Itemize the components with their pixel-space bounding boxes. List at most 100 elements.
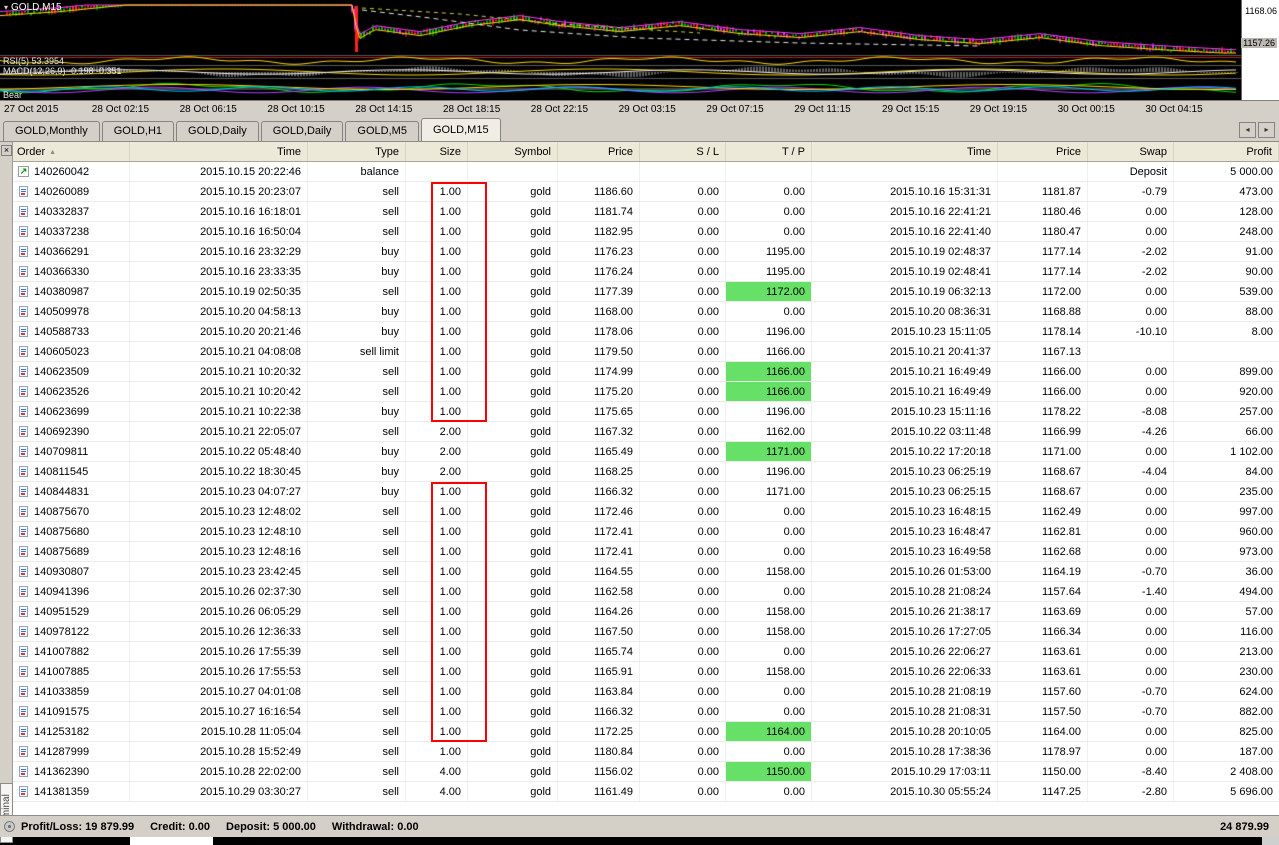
history-row[interactable]: 141381359 2015.10.29 03:30:27 sell 4.00 gold… <box>13 782 1279 802</box>
history-row[interactable]: 140366291 2015.10.16 23:32:29 buy 1.00 gold 1… <box>13 242 1279 262</box>
column-header-swap[interactable]: Swap <box>1088 142 1174 161</box>
history-row[interactable]: 141091575 2015.10.27 16:16:54 sell 1.00 gold… <box>13 702 1279 722</box>
cell-swap: 0.00 <box>1088 722 1174 741</box>
order-number: 140941396 <box>34 585 90 598</box>
history-row[interactable]: 140941396 2015.10.26 02:37:30 sell 1.00 gold… <box>13 582 1279 602</box>
history-row[interactable]: 141362390 2015.10.28 22:02:00 sell 4.00 gold… <box>13 762 1279 782</box>
column-header-symbol[interactable]: Symbol <box>468 142 558 161</box>
history-row[interactable]: 140623699 2015.10.21 10:22:38 buy 1.00 gold 1… <box>13 402 1279 422</box>
history-row[interactable]: 140332837 2015.10.16 16:18:01 sell 1.00 gold… <box>13 202 1279 222</box>
column-header-sl[interactable]: S / L <box>640 142 726 161</box>
history-row[interactable]: 140588733 2015.10.20 20:21:46 buy 1.00 gold 1… <box>13 322 1279 342</box>
cell-swap: -8.08 <box>1088 402 1174 421</box>
cell-profit: 257.00 <box>1239 406 1273 418</box>
cell-profit: 624.00 <box>1239 686 1273 698</box>
cell-sl: 0.00 <box>640 482 726 501</box>
chart-area[interactable]: ▾ GOLD,M15 RSI(5) 53.3954 MACD(12,26,9) -… <box>0 0 1279 118</box>
column-header-tp[interactable]: T / P <box>726 142 812 161</box>
history-row[interactable]: 140951529 2015.10.26 06:05:29 sell 1.00 gold… <box>13 602 1279 622</box>
cell-time: 2015.10.16 23:33:35 <box>130 262 308 281</box>
history-row[interactable]: 140978122 2015.10.26 12:36:33 sell 1.00 gold… <box>13 622 1279 642</box>
cell-price: 1172.41 <box>558 522 640 541</box>
column-header-profit[interactable]: Profit <box>1174 142 1279 161</box>
history-row[interactable]: 140844831 2015.10.23 04:07:27 buy 1.00 gold 1… <box>13 482 1279 502</box>
chart-tab-gold-m15[interactable]: GOLD,M15 <box>420 118 501 141</box>
history-row[interactable]: 141007885 2015.10.26 17:55:53 sell 1.00 gold… <box>13 662 1279 682</box>
cell-swap: 0.00 <box>1088 302 1174 321</box>
cell-swap: -0.70 <box>1088 702 1174 721</box>
history-row[interactable]: 140623509 2015.10.21 10:20:32 sell 1.00 gold… <box>13 362 1279 382</box>
cell-time: 2015.10.26 17:55:53 <box>130 662 308 681</box>
order-number: 140337238 <box>34 225 90 238</box>
trade-doc-icon <box>19 426 28 437</box>
cell-sl: 0.00 <box>640 562 726 581</box>
chart-tab-gold-h1[interactable]: GOLD,H1 <box>101 121 175 141</box>
rsi-indicator-label: RSI(5) 53.3954 <box>3 56 65 66</box>
history-row[interactable]: 140811545 2015.10.22 18:30:45 buy 2.00 gold 1… <box>13 462 1279 482</box>
chart-tab-gold-monthly[interactable]: GOLD,Monthly <box>3 121 100 141</box>
tabs-scroll-left-button[interactable]: ◂ <box>1239 122 1256 138</box>
history-row[interactable]: 140692390 2015.10.21 22:05:07 sell 2.00 gold… <box>13 422 1279 442</box>
cell-symbol: gold <box>468 722 558 741</box>
order-number: 141362390 <box>34 765 90 778</box>
terminal-title-strip: × Terminal <box>0 142 13 843</box>
history-row[interactable]: 141007882 2015.10.26 17:55:39 sell 1.00 gold… <box>13 642 1279 662</box>
cell-tp <box>726 162 812 181</box>
trade-doc-icon <box>19 626 28 637</box>
history-row[interactable]: 140260089 2015.10.15 20:23:07 sell 1.00 gold… <box>13 182 1279 202</box>
cell-symbol: gold <box>468 382 558 401</box>
cell-order: 141091575 <box>13 702 130 721</box>
column-header-type[interactable]: Type <box>308 142 406 161</box>
chart-price-axis[interactable]: 1168.06 1157.26 <box>1241 0 1279 100</box>
cell-profit: 213.00 <box>1239 646 1273 658</box>
history-row[interactable]: 140337238 2015.10.16 16:50:04 sell 1.00 gold… <box>13 222 1279 242</box>
cell-profit: 66.00 <box>1245 426 1273 438</box>
column-header-close_time[interactable]: Time <box>812 142 998 161</box>
cell-time: 2015.10.19 02:50:35 <box>130 282 308 301</box>
history-row[interactable]: ↗ 140260042 2015.10.15 20:22:46 balance Depo… <box>13 162 1279 182</box>
cell-time: 2015.10.29 03:30:27 <box>130 782 308 801</box>
chart-tab-gold-daily[interactable]: GOLD,Daily <box>260 121 344 141</box>
order-number: 140623526 <box>34 385 90 398</box>
cell-time: 2015.10.26 12:36:33 <box>130 622 308 641</box>
cell-symbol: gold <box>468 422 558 441</box>
chevron-down-icon: ▾ <box>4 3 9 12</box>
column-header-price[interactable]: Price <box>558 142 640 161</box>
cell-time: 2015.10.20 20:21:46 <box>130 322 308 341</box>
history-row[interactable]: 140509978 2015.10.20 04:58:13 buy 1.00 gold 1… <box>13 302 1279 322</box>
chart-tab-gold-daily[interactable]: GOLD,Daily <box>176 121 259 141</box>
cell-profit: 84.00 <box>1245 466 1273 478</box>
history-row[interactable]: 140623526 2015.10.21 10:20:42 sell 1.00 gold… <box>13 382 1279 402</box>
history-row[interactable]: 140875689 2015.10.23 12:48:16 sell 1.00 gold… <box>13 542 1279 562</box>
history-row[interactable]: 141253182 2015.10.28 11:05:04 sell 1.00 gold… <box>13 722 1279 742</box>
cell-price: 1166.32 <box>558 702 640 721</box>
history-row[interactable]: 141033859 2015.10.27 04:01:08 sell 1.00 gold… <box>13 682 1279 702</box>
cell-profit: 36.00 <box>1245 566 1273 578</box>
cell-close_price: 1168.67 <box>998 462 1088 481</box>
history-row[interactable]: 140709811 2015.10.22 05:48:40 buy 2.00 gold 1… <box>13 442 1279 462</box>
column-header-order[interactable]: Order ▲ <box>13 142 130 161</box>
cell-time: 2015.10.23 23:42:45 <box>130 562 308 581</box>
tabs-scroll-right-button[interactable]: ▸ <box>1258 122 1275 138</box>
history-row[interactable]: 140380987 2015.10.19 02:50:35 sell 1.00 gold… <box>13 282 1279 302</box>
cell-profit: 997.00 <box>1239 506 1273 518</box>
cell-swap: 0.00 <box>1088 502 1174 521</box>
chart-time-axis[interactable]: 27 Oct 2015 28 Oct 02:15 28 Oct 06:15 28 Oc… <box>0 100 1279 118</box>
cell-swap: 0.00 <box>1088 202 1174 221</box>
cell-swap: 0.00 <box>1088 442 1174 461</box>
history-row[interactable]: 140605023 2015.10.21 04:08:08 sell limit 1.… <box>13 342 1279 362</box>
column-header-close_price[interactable]: Price <box>998 142 1088 161</box>
column-header-time[interactable]: Time <box>130 142 308 161</box>
cell-type: buy <box>308 482 406 501</box>
history-row[interactable]: 140930807 2015.10.23 23:42:45 sell 1.00 gold… <box>13 562 1279 582</box>
close-terminal-button[interactable]: × <box>1 145 12 156</box>
history-row[interactable]: 140875680 2015.10.23 12:48:10 sell 1.00 gold… <box>13 522 1279 542</box>
cell-size: 1.00 <box>406 302 468 321</box>
history-row[interactable]: 141287999 2015.10.28 15:52:49 sell 1.00 gold… <box>13 742 1279 762</box>
chart-tab-gold-m5[interactable]: GOLD,M5 <box>345 121 419 141</box>
cell-close_price: 1166.99 <box>998 422 1088 441</box>
column-header-size[interactable]: Size <box>406 142 468 161</box>
price-chart[interactable] <box>0 0 1241 100</box>
history-row[interactable]: 140366330 2015.10.16 23:33:35 buy 1.00 gold 1… <box>13 262 1279 282</box>
history-row[interactable]: 140875670 2015.10.23 12:48:02 sell 1.00 gold… <box>13 502 1279 522</box>
